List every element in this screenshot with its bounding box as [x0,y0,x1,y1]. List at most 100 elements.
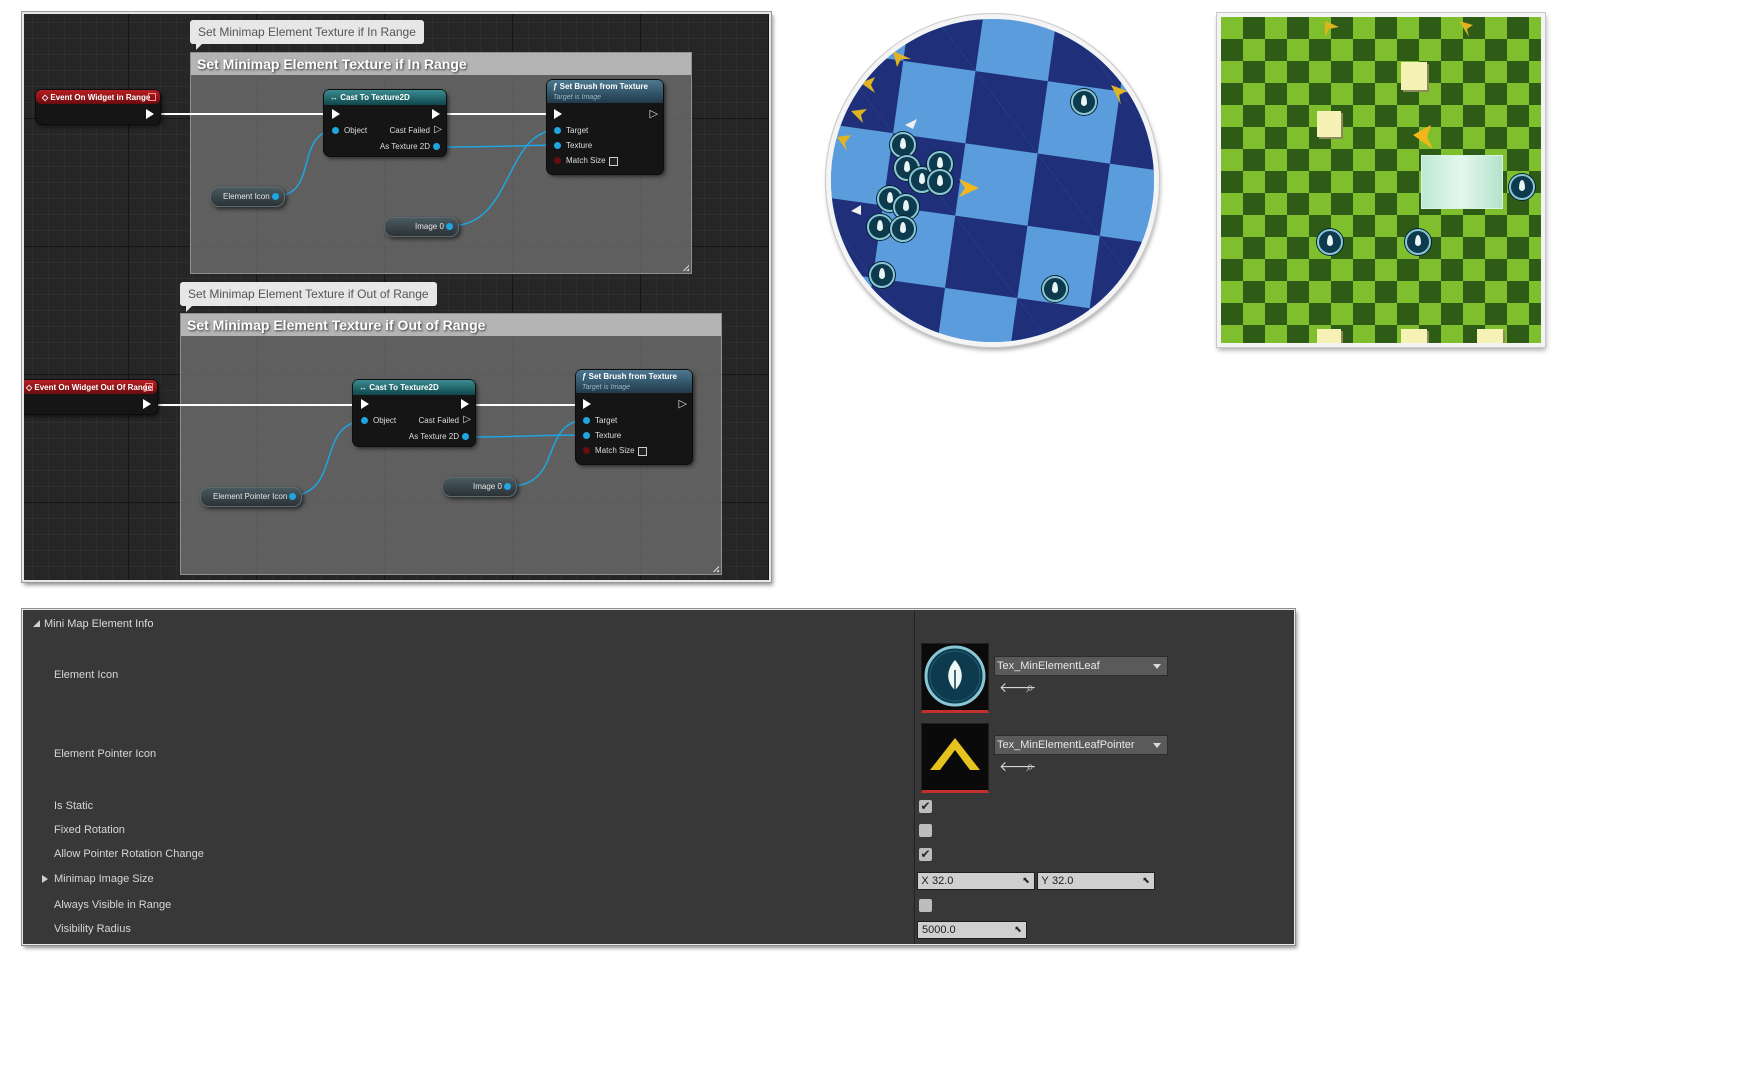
chevron-pointer-icon [851,109,867,123]
as-texture-pin[interactable] [433,143,440,150]
circular-minimap [826,14,1159,347]
resize-grip-icon[interactable] [712,565,719,572]
element-pointer-icon-thumbnail[interactable] [921,723,989,793]
visibility-radius-field[interactable]: 5000.0 ⬉ [917,921,1027,939]
element-pointer-icon-asset-name: Tex_MinElementLeafPointer [997,739,1135,751]
texture-pin-label: Texture [595,431,622,440]
drag-resize-icon[interactable]: ⬉ [1013,924,1023,934]
image-size-x-field[interactable]: X 32.0 ⬉ [917,872,1035,890]
match-size-pin[interactable] [583,447,590,454]
always-visible-checkbox[interactable] [919,899,932,912]
variable-out-pin[interactable] [289,493,297,500]
event-node-in-range[interactable]: ◇ Event On Widget in Range [36,90,160,124]
cast-node-label: Cast To Texture2D [340,93,410,102]
texture-pin[interactable] [583,432,590,439]
element-icon-label: Element Icon [54,669,119,681]
comment-bubble-in-range[interactable]: Set Minimap Element Texture if In Range [190,20,424,50]
browse-search-icon[interactable]: ⌕ [1023,680,1037,694]
allow-pointer-rotation-label: Allow Pointer Rotation Change [54,848,204,860]
set-brush-node-in-range[interactable]: ƒ Set Brush from Texture Target is Image … [547,80,663,174]
element-pointer-icon-variable[interactable]: Element Pointer Icon [200,487,303,507]
as-texture-pin[interactable] [462,433,469,440]
texture-pin-label: Texture [566,141,593,150]
cast-node-in-range[interactable]: ↔ Cast To Texture2D Object Cast Failed ▷… [324,90,446,156]
exec-out-pin[interactable] [146,109,154,119]
delegate-pin-icon[interactable] [145,383,153,391]
image-size-y-value: 32.0 [1052,875,1074,887]
cast-failed-pin[interactable]: ▷ [434,125,442,135]
exec-out-pin[interactable] [461,399,469,409]
drag-resize-icon[interactable]: ⬉ [1021,875,1031,885]
match-size-checkbox[interactable] [638,447,647,456]
variable-out-pin[interactable] [445,223,453,230]
set-brush-node-out-range[interactable]: ƒ Set Brush from Texture Target is Image … [576,370,692,464]
cast-failed-pin-label: Cast Failed [418,416,459,425]
comment-title-out-range: Set Minimap Element Texture if Out of Ra… [181,314,721,336]
target-pin[interactable] [554,127,561,134]
object-pin[interactable] [332,127,339,134]
chevron-pointer-icon [893,51,911,67]
image-size-y-field[interactable]: Y 32.0 ⬉ [1037,872,1155,890]
function-icon: ƒ [553,82,560,91]
image-0-variable[interactable]: Image 0 [442,477,517,497]
exec-in-pin[interactable] [554,109,562,119]
x-axis-label: X [921,875,929,887]
cast-node-header: ↔ Cast To Texture2D [353,380,475,395]
as-texture-pin-label: As Texture 2D [408,432,459,441]
event-node-header: ◇ Event On Widget in Range [36,90,160,104]
object-pin[interactable] [361,417,368,424]
cast-node-out-range[interactable]: ↔ Cast To Texture2D Object Cast Failed ▷… [353,380,475,446]
set-brush-node-subtitle: Target is Image [582,384,630,391]
exec-out-pin[interactable] [143,399,151,409]
collapse-triangle-icon[interactable] [33,620,40,627]
blueprint-graph[interactable]: Set Minimap Element Texture if In Range … [22,12,771,582]
element-icon-variable[interactable]: Element Icon [210,187,285,207]
exec-in-pin[interactable] [332,109,340,119]
chevron-pointer-icon [1111,85,1127,105]
event-node-out-range[interactable]: ◇ Event On Widget Out Of Range [24,380,157,414]
match-size-checkbox[interactable] [609,157,618,166]
element-icon-variable-label: Element Icon [223,192,270,201]
player-arrow-icon [959,179,979,197]
allow-pointer-rotation-checkbox[interactable]: ✔ [919,848,932,861]
exec-out-pin[interactable]: ▷ [650,109,658,120]
target-pin[interactable] [583,417,590,424]
chevron-down-icon [1153,743,1161,748]
use-selected-arrow-icon[interactable]: 🡐 [999,680,1037,694]
section-header[interactable]: Mini Map Element Info [33,618,153,630]
column-divider[interactable] [914,610,915,944]
set-brush-node-label: Set Brush from Texture [559,82,648,91]
delegate-pin-icon[interactable] [148,93,156,101]
square-minimap-viewport [1221,17,1541,343]
target-pin-label: Target [595,416,618,425]
exec-in-pin[interactable] [583,399,591,409]
match-size-pin[interactable] [554,157,561,164]
comment-bubble-out-range[interactable]: Set Minimap Element Texture if Out of Ra… [180,282,437,312]
drag-resize-icon[interactable]: ⬉ [1141,875,1151,885]
object-pin-label: Object [373,416,397,425]
chevron-down-icon [1153,664,1161,669]
element-pointer-icon-asset-dropdown[interactable]: Tex_MinElementLeafPointer [994,735,1168,755]
expand-triangle-icon[interactable] [42,875,48,883]
exec-in-pin[interactable] [361,399,369,409]
exec-out-pin[interactable] [432,109,440,119]
browse-search-icon[interactable]: ⌕ [1023,759,1037,773]
is-static-label: Is Static [54,800,94,812]
element-icon-asset-name: Tex_MinElementLeaf [997,660,1100,672]
cast-failed-pin[interactable]: ▷ [463,415,471,425]
use-selected-arrow-icon[interactable]: 🡐 [999,759,1037,773]
is-static-checkbox[interactable]: ✔ [919,800,932,813]
set-brush-node-header: ƒ Set Brush from Texture Target is Image [547,80,663,103]
square-minimap [1217,13,1545,347]
visibility-radius-value: 5000.0 [922,924,956,936]
image-0-variable[interactable]: Image 0 [384,217,459,237]
image-0-variable-label: Image 0 [415,222,444,231]
texture-pin[interactable] [554,142,561,149]
variable-out-pin[interactable] [271,193,279,200]
element-icon-thumbnail[interactable] [921,643,989,713]
variable-out-pin[interactable] [503,483,511,490]
fixed-rotation-checkbox[interactable] [919,824,932,837]
resize-grip-icon[interactable] [682,264,689,271]
exec-out-pin[interactable]: ▷ [679,399,687,410]
element-icon-asset-dropdown[interactable]: Tex_MinElementLeaf [994,656,1168,676]
